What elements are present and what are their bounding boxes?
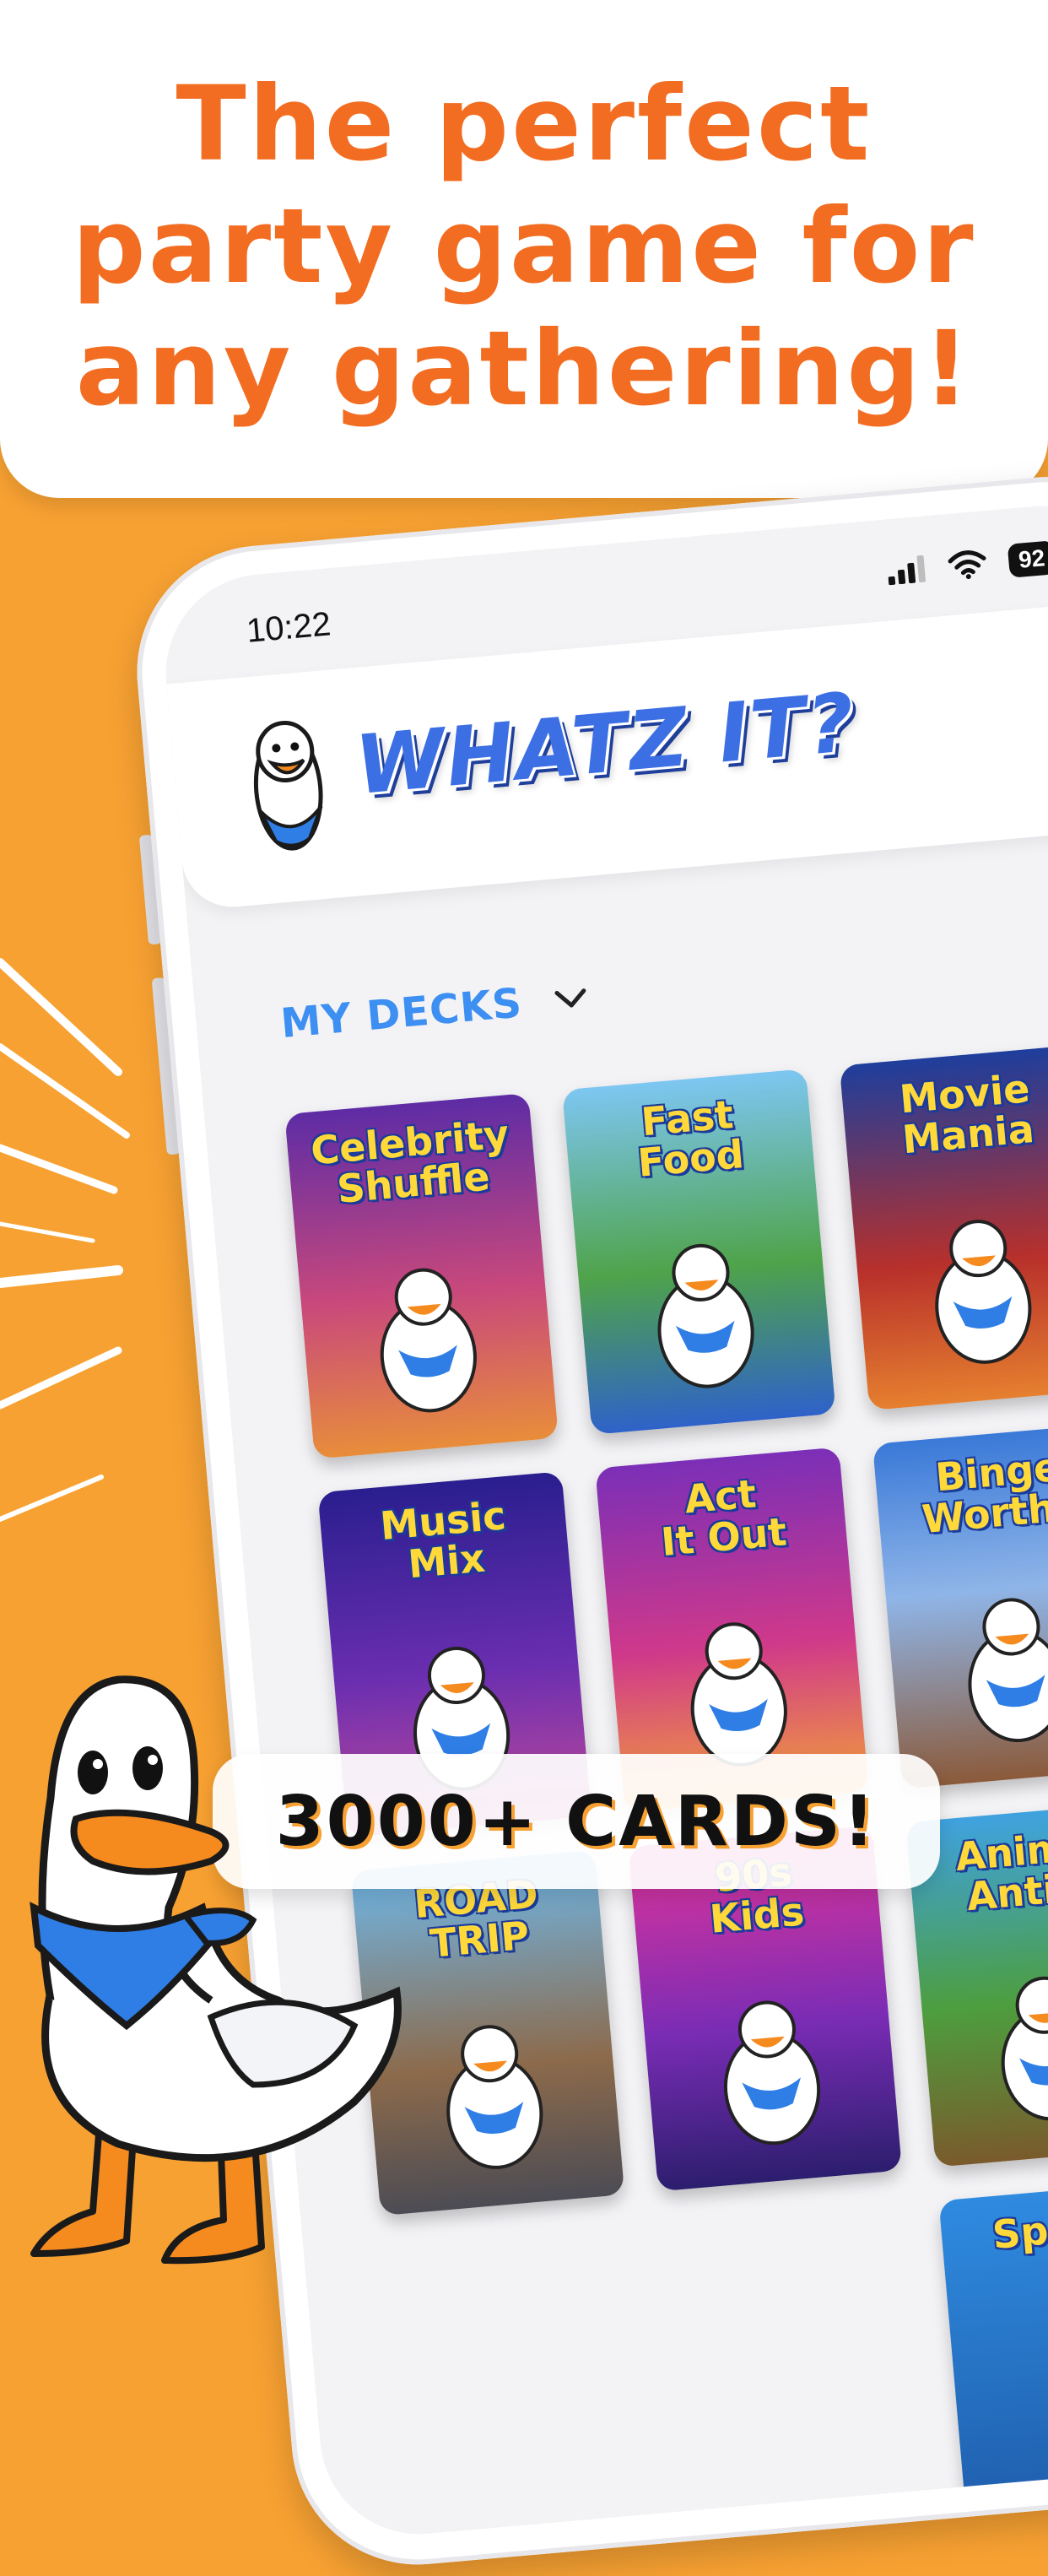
headline: The perfect party game for any gathering… xyxy=(72,63,976,429)
status-time: 10:22 xyxy=(245,605,332,650)
goose-icon xyxy=(1001,1976,1048,2121)
chevron-down-icon xyxy=(554,988,586,1008)
decks-dropdown[interactable]: MY DECKS xyxy=(278,973,592,1047)
goose-icon xyxy=(657,1243,754,1388)
status-icons: 92 xyxy=(886,540,1048,588)
goose-icon xyxy=(935,1220,1032,1364)
deck-title: Sports xyxy=(990,2200,1048,2259)
goose-icon xyxy=(446,2025,543,2169)
deck-title: Fast Food xyxy=(635,1090,746,1186)
deck-card[interactable]: Movie Mania xyxy=(839,1044,1048,1411)
goose-icon xyxy=(968,1598,1048,1743)
wifi-icon xyxy=(948,550,986,580)
deck-title: Movie Mania xyxy=(897,1065,1036,1163)
app-logo: WHATZ IT? xyxy=(351,674,860,814)
signal-icon xyxy=(888,555,926,586)
goose-icon xyxy=(690,1622,787,1767)
deck-card[interactable]: Binge Worthy xyxy=(872,1422,1048,1789)
goose-icon xyxy=(380,1268,477,1413)
deck-title: Act It Out xyxy=(659,1470,789,1566)
deck-card[interactable]: Celebrity Shuffle xyxy=(284,1092,559,1459)
decks-label: MY DECKS xyxy=(278,979,525,1048)
goose-mascot-icon xyxy=(253,721,323,851)
deck-title: Celebrity Shuffle xyxy=(309,1111,511,1212)
goose-mascot-icon xyxy=(30,1675,402,2265)
deck-grid: Celebrity Shuffle Fast Food Movie Mania … xyxy=(284,1042,1048,2543)
battery-icon: 92 xyxy=(1007,540,1048,578)
goose-icon xyxy=(723,2000,821,2146)
deck-title: Binge Worthy xyxy=(920,1443,1048,1543)
headline-card: The perfect party game for any gathering… xyxy=(0,0,1048,498)
deck-card[interactable]: Fast Food xyxy=(561,1069,836,1435)
deck-title: Music Mix xyxy=(378,1492,508,1588)
